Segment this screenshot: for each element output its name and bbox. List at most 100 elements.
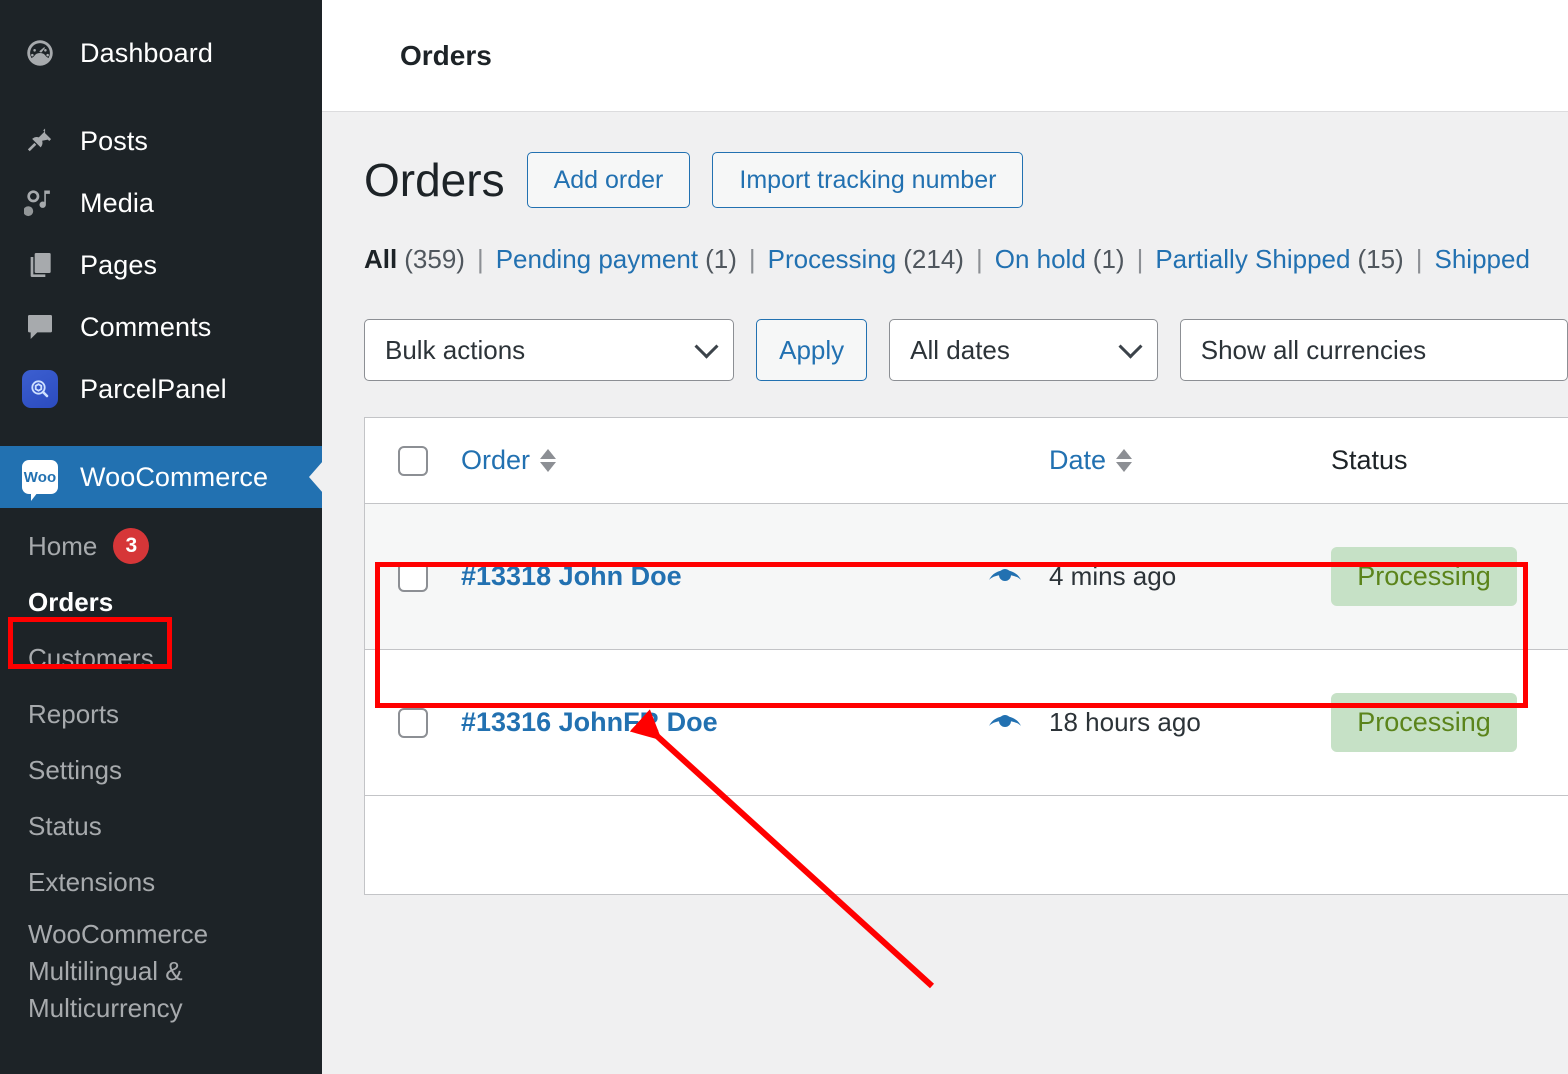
sidebar-subitem-orders[interactable]: Orders (0, 574, 322, 630)
topbar-title: Orders (400, 39, 492, 71)
filter-on-hold-count: (1) (1092, 244, 1125, 274)
bulk-actions-select[interactable]: Bulk actions (364, 319, 735, 381)
sidebar-subitem-customers[interactable]: Customers (0, 630, 322, 686)
content-area: Orders Add order Import tracking number … (322, 112, 1568, 895)
row-checkbox[interactable] (398, 561, 428, 592)
sidebar-subitem-label: Settings (28, 754, 122, 785)
table-row[interactable]: #13318 John Doe 4 mins ago Processing (365, 504, 1568, 650)
filter-separator: | (748, 244, 756, 274)
sidebar-subitem-label: WooCommerce Multilingual & Multicurrency (28, 919, 209, 1023)
media-icon (22, 185, 58, 221)
sidebar-item-label: Posts (80, 125, 149, 156)
sidebar-item-label: WooCommerce (80, 461, 269, 492)
sidebar-subitem-status[interactable]: Status (0, 798, 322, 854)
sidebar-item-posts[interactable]: Posts (0, 110, 322, 172)
admin-sidebar: Dashboard Posts Media Pages Comments Par… (0, 0, 322, 1074)
sidebar-subitem-label: Home (28, 530, 98, 561)
filter-processing[interactable]: Processing (768, 244, 897, 275)
sidebar-subitem-label: Status (28, 810, 102, 841)
filter-separator: | (1415, 244, 1423, 274)
pin-icon (22, 123, 58, 159)
sidebar-item-parcelpanel[interactable]: ParcelPanel (0, 358, 322, 420)
row-order-cell: #13316 JohnFR Doe (461, 707, 961, 738)
column-header-status: Status (1331, 445, 1568, 476)
sidebar-subitem-reports[interactable]: Reports (0, 686, 322, 742)
sidebar-subitem-home[interactable]: Home 3 (0, 518, 322, 574)
status-filter-list: All (359) | Pending payment (1) | Proces… (364, 244, 1568, 275)
sidebar-item-label: ParcelPanel (80, 373, 227, 404)
page-topbar: Orders (322, 0, 1568, 112)
filter-partially-shipped[interactable]: Partially Shipped (1155, 244, 1350, 275)
eye-preview-icon[interactable] (988, 709, 1022, 736)
filter-separator: | (975, 244, 983, 274)
sort-order-link[interactable]: Order (461, 445, 557, 476)
comments-icon (22, 309, 58, 345)
row-select-cell (365, 707, 461, 738)
sort-arrows-icon (1116, 449, 1133, 472)
sidebar-item-label: Media (80, 187, 155, 218)
sidebar-subitem-label: Reports (28, 698, 120, 729)
sidebar-item-woocommerce[interactable]: Woo WooCommerce (0, 446, 322, 508)
sidebar-item-pages[interactable]: Pages (0, 234, 322, 296)
sort-arrows-icon (540, 449, 557, 472)
parcelpanel-icon (22, 370, 58, 408)
eye-preview-icon[interactable] (988, 563, 1022, 590)
column-header-date: Date (1049, 445, 1331, 476)
currency-select[interactable]: Show all currencies (1179, 319, 1568, 381)
column-header-date-label: Date (1049, 445, 1107, 475)
sidebar-subitem-settings[interactable]: Settings (0, 742, 322, 798)
row-select-cell (365, 561, 461, 592)
row-status-cell: Processing (1331, 693, 1568, 752)
woocommerce-icon: Woo (22, 459, 58, 501)
row-status-cell: Processing (1331, 547, 1568, 606)
add-order-button[interactable]: Add order (526, 152, 691, 208)
column-header-status-label: Status (1331, 445, 1408, 475)
sidebar-subitem-extensions[interactable]: Extensions (0, 854, 322, 910)
import-tracking-number-button[interactable]: Import tracking number (712, 152, 1024, 208)
sidebar-subitem-label: Orders (28, 586, 114, 617)
woocommerce-submenu: Home 3 Orders Customers Reports Settings… (0, 508, 322, 1027)
row-preview-cell (961, 709, 1049, 736)
sidebar-subitem-wpml[interactable]: WooCommerce Multilingual & Multicurrency (0, 910, 322, 1027)
table-row-filler (365, 796, 1568, 894)
page-header: Orders Add order Import tracking number (364, 152, 1568, 208)
sidebar-item-comments[interactable]: Comments (0, 296, 322, 358)
filter-processing-count: (214) (903, 244, 964, 274)
chevron-down-icon (694, 334, 719, 359)
all-dates-value: All dates (910, 334, 1010, 365)
bulk-actions-value: Bulk actions (385, 334, 526, 365)
row-order-cell: #13318 John Doe (461, 561, 961, 592)
table-header-row: Order Date Status (365, 418, 1568, 504)
apply-button[interactable]: Apply (756, 319, 868, 381)
filter-all[interactable]: All (364, 244, 397, 275)
sidebar-subitem-label: Extensions (28, 866, 156, 897)
row-checkbox[interactable] (398, 707, 428, 738)
sidebar-item-label: Comments (80, 311, 212, 342)
column-header-order: Order (461, 445, 961, 476)
sidebar-item-label: Pages (80, 249, 158, 280)
column-header-order-label: Order (461, 445, 531, 475)
filter-pending-payment[interactable]: Pending payment (496, 244, 698, 275)
order-link[interactable]: #13316 JohnFR Doe (461, 707, 718, 737)
select-all-cell (365, 445, 461, 476)
sort-date-link[interactable]: Date (1049, 445, 1133, 476)
table-navigation: Bulk actions Apply All dates Show all cu… (364, 319, 1568, 381)
order-link[interactable]: #13318 John Doe (461, 561, 682, 591)
row-preview-cell (961, 563, 1049, 590)
filter-pending-payment-count: (1) (705, 244, 737, 274)
sidebar-item-label: Dashboard (80, 37, 213, 68)
filter-shipped[interactable]: Shipped (1434, 244, 1529, 275)
sidebar-top-menu: Dashboard Posts Media Pages Comments Par… (0, 0, 322, 1027)
sidebar-item-dashboard[interactable]: Dashboard (0, 22, 322, 84)
table-row[interactable]: #13316 JohnFR Doe 18 hours ago Processin… (365, 650, 1568, 796)
home-badge-count: 3 (113, 528, 150, 564)
chevron-down-icon (1118, 334, 1143, 359)
sidebar-subitem-label: Customers (28, 642, 154, 673)
select-all-checkbox[interactable] (398, 445, 428, 476)
all-dates-select[interactable]: All dates (889, 319, 1158, 381)
filter-on-hold[interactable]: On hold (995, 244, 1086, 275)
woo-logo-text: Woo (22, 460, 58, 501)
sidebar-item-media[interactable]: Media (0, 172, 322, 234)
screen: Dashboard Posts Media Pages Comments Par… (0, 0, 1568, 1074)
filter-all-count: (359) (404, 244, 465, 274)
